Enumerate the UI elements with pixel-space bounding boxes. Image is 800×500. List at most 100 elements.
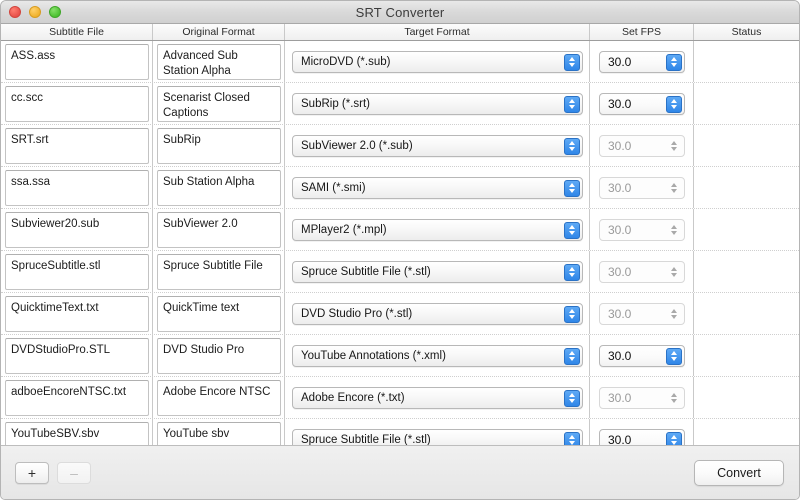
- target-format-select[interactable]: SubRip (*.srt): [292, 93, 583, 115]
- stepper-arrows-icon[interactable]: [666, 96, 682, 113]
- original-format-field[interactable]: SubRip: [157, 128, 281, 164]
- column-header-original-format[interactable]: Original Format: [153, 24, 285, 40]
- fps-stepper: 30.0: [599, 303, 685, 325]
- subtitle-file-field[interactable]: YouTubeSBV.sbv: [5, 422, 149, 447]
- subtitle-file-value: cc.scc: [11, 91, 43, 106]
- cell-target-format: Adobe Encore (*.txt): [285, 377, 590, 418]
- table-row[interactable]: DVDStudioPro.STLDVD Studio Pro YouTube An…: [1, 335, 799, 377]
- original-format-field[interactable]: YouTube sbv: [157, 422, 281, 447]
- chevron-up-icon: [569, 57, 575, 61]
- table-row[interactable]: cc.scc Scenarist Closed Captions SubRip (*…: [1, 83, 799, 125]
- chevron-down-icon: [671, 63, 677, 67]
- stepper-arrows-icon[interactable]: [666, 180, 682, 197]
- stepper-arrows-icon[interactable]: [666, 222, 682, 239]
- target-format-select[interactable]: YouTube Annotations (*.xml): [292, 345, 583, 367]
- stepper-arrows-icon[interactable]: [564, 180, 580, 197]
- original-format-field[interactable]: Sub Station Alpha: [157, 170, 281, 206]
- subtitle-file-field[interactable]: SRT.srt: [5, 128, 149, 164]
- stepper-arrows-icon[interactable]: [666, 306, 682, 323]
- stepper-arrows-icon[interactable]: [666, 390, 682, 407]
- original-format-field[interactable]: SubViewer 2.0: [157, 212, 281, 248]
- stepper-arrows-icon[interactable]: [564, 264, 580, 281]
- cell-set-fps: 30.0: [590, 125, 694, 166]
- stepper-arrows-icon[interactable]: [564, 348, 580, 365]
- original-format-value: Scenarist Closed Captions: [163, 91, 275, 121]
- table-row[interactable]: Subviewer20.subSubViewer 2.0 MPlayer2 (*.…: [1, 209, 799, 251]
- target-format-select[interactable]: SAMI (*.smi): [292, 177, 583, 199]
- zoom-button[interactable]: [49, 6, 61, 18]
- target-format-select[interactable]: DVD Studio Pro (*.stl): [292, 303, 583, 325]
- chevron-up-icon: [671, 393, 677, 397]
- fps-stepper[interactable]: 30.0: [599, 51, 685, 73]
- chevron-up-icon: [569, 309, 575, 313]
- subtitle-file-field[interactable]: ssa.ssa: [5, 170, 149, 206]
- cell-status: [694, 419, 799, 446]
- table-row[interactable]: ASS.ass Advanced Sub Station Alpha MicroDV…: [1, 41, 799, 83]
- subtitle-file-field[interactable]: QuicktimeText.txt: [5, 296, 149, 332]
- original-format-value: Advanced Sub Station Alpha: [163, 49, 275, 79]
- fps-stepper[interactable]: 30.0: [599, 93, 685, 115]
- original-format-field[interactable]: DVD Studio Pro: [157, 338, 281, 374]
- target-format-value: MicroDVD (*.sub): [301, 56, 390, 68]
- target-format-select[interactable]: MicroDVD (*.sub): [292, 51, 583, 73]
- add-file-button[interactable]: +: [15, 462, 49, 484]
- subtitle-file-field[interactable]: SpruceSubtitle.stl: [5, 254, 149, 290]
- table-row[interactable]: SRT.srt SubRip SubViewer 2.0 (*.sub) 30.0: [1, 125, 799, 167]
- cell-status: [694, 251, 799, 292]
- subtitle-file-value: SpruceSubtitle.stl: [11, 259, 101, 274]
- column-header-status[interactable]: Status: [694, 24, 799, 40]
- stepper-arrows-icon[interactable]: [564, 138, 580, 155]
- column-header-target-format[interactable]: Target Format: [285, 24, 590, 40]
- original-format-value: SubRip: [163, 133, 201, 148]
- target-format-select[interactable]: Adobe Encore (*.txt): [292, 387, 583, 409]
- close-button[interactable]: [9, 6, 21, 18]
- cell-original-format: SubRip: [153, 125, 285, 166]
- chevron-down-icon: [671, 441, 677, 445]
- stepper-arrows-icon[interactable]: [666, 138, 682, 155]
- fps-stepper[interactable]: 30.0: [599, 345, 685, 367]
- table-row[interactable]: ssa.ssaSub Station AlphaSAMI (*.smi)30.0: [1, 167, 799, 209]
- stepper-arrows-icon[interactable]: [564, 432, 580, 447]
- stepper-arrows-icon[interactable]: [666, 432, 682, 447]
- chevron-down-icon: [671, 105, 677, 109]
- original-format-field[interactable]: Adobe Encore NTSC: [157, 380, 281, 416]
- target-format-value: MPlayer2 (*.mpl): [301, 224, 387, 236]
- table-row[interactable]: QuicktimeText.txtQuickTime text DVD Studi…: [1, 293, 799, 335]
- subtitle-file-field[interactable]: Subviewer20.sub: [5, 212, 149, 248]
- subtitle-file-field[interactable]: DVDStudioPro.STL: [5, 338, 149, 374]
- minimize-button[interactable]: [29, 6, 41, 18]
- stepper-arrows-icon[interactable]: [564, 222, 580, 239]
- stepper-arrows-icon[interactable]: [564, 306, 580, 323]
- stepper-arrows-icon[interactable]: [564, 54, 580, 71]
- column-header-set-fps[interactable]: Set FPS: [590, 24, 694, 40]
- chevron-down-icon: [569, 231, 575, 235]
- stepper-arrows-icon[interactable]: [564, 390, 580, 407]
- target-format-select[interactable]: MPlayer2 (*.mpl): [292, 219, 583, 241]
- original-format-field[interactable]: Spruce Subtitle File: [157, 254, 281, 290]
- subtitle-file-field[interactable]: cc.scc: [5, 86, 149, 122]
- cell-status: [694, 83, 799, 124]
- original-format-field[interactable]: Advanced Sub Station Alpha: [157, 44, 281, 80]
- chevron-up-icon: [569, 183, 575, 187]
- table-row[interactable]: YouTubeSBV.sbv YouTube sbv Spruce Subtitle…: [1, 419, 799, 446]
- column-header-subtitle-file[interactable]: Subtitle File: [1, 24, 153, 40]
- original-format-field[interactable]: QuickTime text: [157, 296, 281, 332]
- fps-stepper[interactable]: 30.0: [599, 429, 685, 447]
- target-format-select[interactable]: SubViewer 2.0 (*.sub): [292, 135, 583, 157]
- subtitle-file-field[interactable]: adboeEncoreNTSC.txt: [5, 380, 149, 416]
- original-format-field[interactable]: Scenarist Closed Captions: [157, 86, 281, 122]
- stepper-arrows-icon[interactable]: [666, 54, 682, 71]
- table-row[interactable]: adboeEncoreNTSC.txtAdobe Encore NTSC Adob…: [1, 377, 799, 419]
- stepper-arrows-icon[interactable]: [666, 348, 682, 365]
- stepper-arrows-icon[interactable]: [666, 264, 682, 281]
- cell-original-format: YouTube sbv: [153, 419, 285, 446]
- chevron-down-icon: [569, 63, 575, 67]
- stepper-arrows-icon[interactable]: [564, 96, 580, 113]
- target-format-select[interactable]: Spruce Subtitle File (*.stl): [292, 429, 583, 447]
- convert-button[interactable]: Convert: [694, 460, 784, 486]
- cell-original-format: Advanced Sub Station Alpha: [153, 41, 285, 82]
- table-row[interactable]: SpruceSubtitle.stl Spruce Subtitle File Sp…: [1, 251, 799, 293]
- remove-file-button[interactable]: –: [57, 462, 91, 484]
- target-format-select[interactable]: Spruce Subtitle File (*.stl): [292, 261, 583, 283]
- subtitle-file-field[interactable]: ASS.ass: [5, 44, 149, 80]
